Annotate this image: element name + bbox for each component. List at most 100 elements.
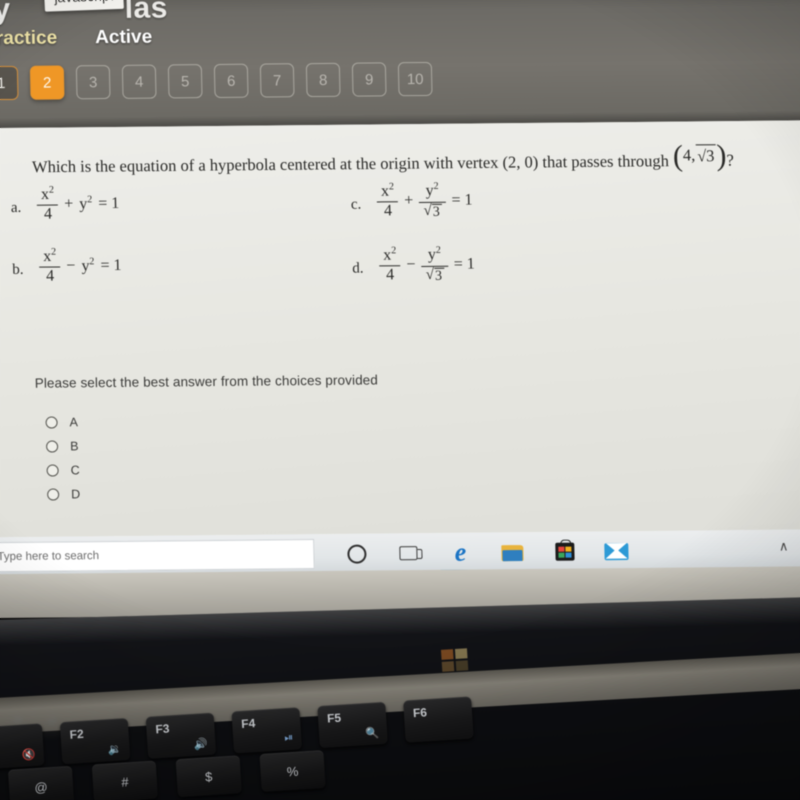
question-point-expression: ( 4, √3 ) <box>672 138 727 173</box>
key-f5-label: F5 <box>326 710 342 726</box>
key-f4[interactable]: F4 ⏯ <box>231 707 302 754</box>
question-number-6[interactable]: 6 <box>213 63 249 99</box>
question-number-5[interactable]: 5 <box>167 64 203 99</box>
task-view-icon <box>399 546 418 561</box>
radio-option-c[interactable]: C <box>46 463 80 478</box>
question-prompt: Which is the equation of a hyperbola cen… <box>31 138 793 177</box>
key-f6-label: F6 <box>412 705 428 721</box>
right-paren: ) <box>715 138 727 172</box>
choice-c-equation: x2 4 + y2 √ 3 = 1 <box>377 181 476 220</box>
key-f2[interactable]: F2 🔉 <box>59 718 131 765</box>
store-bag-icon <box>554 539 575 561</box>
search-input[interactable]: Type here to search <box>0 539 315 573</box>
choice-d-radicand: 3 <box>433 267 445 284</box>
question-sheet: Which is the equation of a hyperbola cen… <box>0 119 800 583</box>
radio-option-b[interactable]: B <box>45 439 79 453</box>
choice-d-fraction-1: x2 4 <box>379 245 401 284</box>
key-f5[interactable]: F5 🔍 <box>317 701 388 749</box>
radio-option-c-label: C <box>70 463 80 478</box>
left-paren: ( <box>672 139 684 173</box>
choice-d-denominator: 4 <box>386 266 395 284</box>
folder-icon <box>501 544 524 561</box>
key-f1[interactable]: F1 🔇 <box>0 723 45 770</box>
laptop-photo: ly las javascript Practice Active 1 2 3 … <box>0 0 800 800</box>
choice-b-equation: x2 4 − y2 = 1 <box>39 247 125 286</box>
choice-d-numerator: x2 <box>379 245 400 265</box>
play-pause-icon: ⏯ <box>284 731 294 745</box>
choice-c-fraction-2: y2 √ 3 <box>419 181 446 220</box>
tab-practice[interactable]: Practice <box>0 28 57 54</box>
question-number-2[interactable]: 2 <box>29 65 65 100</box>
choice-a-equation: x2 4 + y2 = 1 <box>37 185 123 224</box>
choice-d-second-exp: 2 <box>435 245 441 257</box>
choice-d-letter: d. <box>352 260 364 277</box>
key-at[interactable]: @ <box>7 765 75 800</box>
point-radicand: 3 <box>705 146 715 166</box>
choice-d-second-denominator: √ 3 <box>422 267 449 284</box>
tray-chevron-up-icon[interactable]: ∧ <box>779 538 789 554</box>
microsoft-store-button[interactable] <box>538 531 591 571</box>
edge-button[interactable]: e <box>434 532 487 572</box>
radio-button-icon[interactable] <box>46 464 59 477</box>
choice-b-fraction-1: x2 4 <box>39 247 61 285</box>
choice-d-num-exp: 2 <box>391 245 397 257</box>
choice-b-operator: − <box>66 257 76 275</box>
key-hash[interactable]: # <box>91 760 159 800</box>
question-number-1[interactable]: 1 <box>0 65 19 101</box>
edge-icon: e <box>454 537 467 567</box>
choice-b-num-exp: 2 <box>51 246 57 258</box>
question-number-3[interactable]: 3 <box>75 65 111 100</box>
question-number-10[interactable]: 10 <box>397 61 433 97</box>
task-view-button[interactable] <box>382 533 435 573</box>
file-explorer-button[interactable] <box>486 532 539 572</box>
choice-c-second-denominator: √ 3 <box>419 203 446 220</box>
key-percent[interactable]: % <box>259 750 326 792</box>
choice-b[interactable]: b. x2 4 − y2 = 1 <box>12 247 125 286</box>
cortana-circle-icon <box>346 544 367 564</box>
choice-b-second-term: y2 <box>81 257 94 276</box>
cortana-button[interactable] <box>330 533 383 573</box>
tab-active[interactable]: Active <box>95 27 153 53</box>
point-x-value: 4, <box>682 145 696 165</box>
question-number-9[interactable]: 9 <box>351 62 387 97</box>
key-f3[interactable]: F3 🔊 <box>145 712 217 759</box>
choice-a-second-exp: 2 <box>87 194 93 206</box>
radio-button-icon[interactable] <box>45 416 58 429</box>
instruction-text: Please select the best answer from the c… <box>34 372 379 391</box>
mail-button[interactable] <box>590 531 643 571</box>
choice-c-second-exp: 2 <box>433 181 439 193</box>
question-number-pager: 1 2 3 4 5 6 7 8 9 10 <box>0 61 433 101</box>
key-f6[interactable]: F6 <box>403 696 474 743</box>
choice-c[interactable]: c. x2 4 + y2 √ 3 = 1 <box>350 181 476 220</box>
choice-c-fraction-1: x2 4 <box>377 181 399 220</box>
choice-c-equals: = 1 <box>451 191 473 209</box>
radio-button-icon[interactable] <box>45 440 59 453</box>
question-number-4[interactable]: 4 <box>121 64 157 99</box>
question-prompt-text: Which is the equation of a hyperbola cen… <box>31 151 670 177</box>
choice-d-operator: − <box>406 256 416 274</box>
mail-envelope-icon <box>604 542 629 560</box>
choice-a-second-term: y2 <box>79 195 92 214</box>
windows-key-logo-icon <box>440 648 469 672</box>
question-number-8[interactable]: 8 <box>305 62 341 98</box>
choice-c-operator: + <box>404 192 414 210</box>
radio-option-d[interactable]: D <box>47 487 80 501</box>
choice-c-numerator: x2 <box>377 181 398 201</box>
key-dollar[interactable]: $ <box>175 755 242 798</box>
choice-d-fraction-2: y2 √ 3 <box>421 245 449 284</box>
search-icon: 🔍 <box>365 727 380 741</box>
choice-b-numerator: x2 <box>39 247 60 266</box>
choice-c-denominator: 4 <box>383 202 393 220</box>
radio-option-a[interactable]: A <box>45 415 78 429</box>
question-number-7[interactable]: 7 <box>259 63 295 98</box>
choice-a[interactable]: a. x2 4 + y2 = 1 <box>10 185 122 224</box>
choice-b-second-exp: 2 <box>89 256 95 268</box>
choice-d[interactable]: d. x2 4 − y2 √ 3 = 1 <box>352 245 478 284</box>
screen-content: ly las javascript Practice Active 1 2 3 … <box>0 0 800 583</box>
mute-icon: 🔇 <box>21 748 37 762</box>
key-f3-label: F3 <box>155 721 170 737</box>
radio-button-icon[interactable] <box>47 488 60 501</box>
choice-c-num-exp: 2 <box>388 181 395 193</box>
radical-icon: √ <box>425 266 435 283</box>
radio-option-d-label: D <box>71 487 81 502</box>
